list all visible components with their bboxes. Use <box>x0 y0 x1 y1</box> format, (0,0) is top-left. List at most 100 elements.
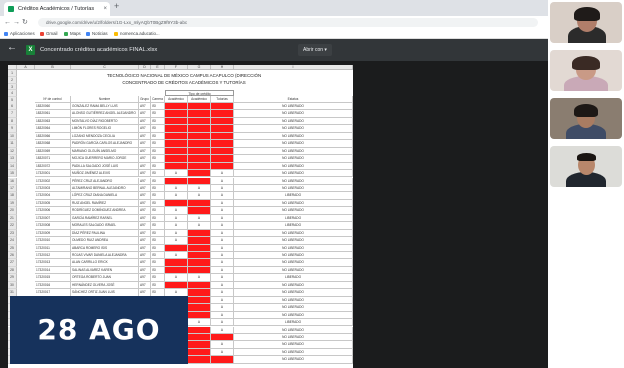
bookmark-nomenca[interactable]: nomenca.aducatio... <box>114 30 160 38</box>
url-field[interactable]: drive.google.com/drive/u/2/folders/1G-Lx… <box>38 18 538 27</box>
drive-viewer-toolbar: ← X Concentrado créditos académicos FINA… <box>0 39 548 61</box>
bookmark-news[interactable]: Noticias <box>86 30 108 38</box>
table-cell: ISI <box>151 222 165 230</box>
table-cell: ISI <box>151 103 165 111</box>
table-cell: LIBERADO <box>234 214 353 223</box>
credit-cell: A <box>211 289 234 297</box>
credit-cell: A <box>165 222 188 230</box>
participant-tile-4[interactable] <box>550 146 622 187</box>
table-cell: 18320066 <box>35 132 71 141</box>
row-number: 23 <box>8 229 17 238</box>
table-column-header: Académico <box>188 96 211 103</box>
table-cell: A97 <box>139 184 151 193</box>
new-tab-button[interactable]: + <box>114 1 119 11</box>
bookmark-apps[interactable]: Aplicaciones <box>4 30 35 38</box>
table-cell: ISI <box>151 184 165 193</box>
credit-cell <box>188 311 211 320</box>
table-cell: ISI <box>151 117 165 126</box>
credit-cell <box>165 125 188 133</box>
credit-cell <box>188 281 211 290</box>
credit-cell: A <box>211 199 234 208</box>
table-cell: 17320011 <box>35 244 71 252</box>
table-column-header: Nº de control <box>35 96 71 103</box>
table-cell: NO LIBERADO <box>234 207 353 215</box>
close-viewer-icon[interactable]: ← <box>7 42 17 53</box>
credit-cell <box>211 155 234 163</box>
credit-cell <box>211 117 234 126</box>
table-cell: A97 <box>139 244 151 252</box>
credit-cell: A <box>211 184 234 193</box>
credit-cell <box>188 266 211 275</box>
credit-cell: A <box>165 274 188 282</box>
table-cell: NO LIBERADO <box>234 289 353 297</box>
table-cell: NO LIBERADO <box>234 177 353 185</box>
row-number: 26 <box>8 252 17 260</box>
open-with-button[interactable]: Abrir con ▾ <box>298 44 332 56</box>
credit-cell <box>188 110 211 118</box>
forward-arrow-icon[interactable]: → <box>13 17 20 28</box>
drive-favicon-icon <box>8 6 14 12</box>
bookmark-gmail[interactable]: Gmail <box>40 30 57 38</box>
bookmark-maps[interactable]: Maps <box>64 30 81 38</box>
credit-cell <box>211 140 234 148</box>
row-number: 7 <box>8 110 17 118</box>
table-cell: 17320005 <box>35 199 71 208</box>
row-number: 27 <box>8 259 17 267</box>
table-cell: ALTAMIRANO BERNAL ALEJANDRO <box>71 184 139 193</box>
credit-cell <box>211 162 234 171</box>
table-cell: ORTEGA ROBERTO JUAN <box>71 274 139 282</box>
table-cell: ALONSO GUTIÉRREZ ANGEL ALEJANDRO <box>71 110 139 118</box>
table-cell: PADRÓN GARCÍA CARLOS ALEJANDRO <box>71 140 139 148</box>
table-cell: ISI <box>151 132 165 141</box>
row-number: 25 <box>8 244 17 252</box>
credit-cell: A <box>211 326 234 334</box>
credit-cell <box>188 304 211 312</box>
table-cell: MARIANO OLGUÍN ANSELMO <box>71 147 139 156</box>
table-cell: ISI <box>151 110 165 118</box>
date-banner: 28 AGO <box>10 296 188 364</box>
credit-cell: A <box>165 252 188 260</box>
table-cell: ROJAS VIVAR DANIELA ALEJANDRA <box>71 252 139 260</box>
row-number: 16 <box>8 177 17 185</box>
table-cell: ISI <box>151 229 165 238</box>
credit-cell <box>165 199 188 208</box>
credit-cell <box>165 140 188 148</box>
table-cell: 17320009 <box>35 229 71 238</box>
table-cell: A97 <box>139 199 151 208</box>
table-cell: 18320071 <box>35 155 71 163</box>
credit-cell: A <box>211 348 234 357</box>
participant-tile-2[interactable] <box>550 50 622 91</box>
credit-cell: A <box>188 214 211 223</box>
table-cell: ISI <box>151 207 165 215</box>
reload-icon[interactable]: ↻ <box>22 17 28 28</box>
credit-cell: A <box>211 214 234 223</box>
credit-cell <box>211 356 234 364</box>
credit-cell <box>188 341 211 349</box>
table-cell: LIBERADO <box>234 274 353 282</box>
close-tab-icon[interactable]: × <box>103 2 107 16</box>
table-cell: 17320002 <box>35 177 71 185</box>
table-cell: NO LIBERADO <box>234 296 353 305</box>
participant-tile-3[interactable] <box>550 98 622 139</box>
column-header: C <box>71 65 139 70</box>
table-cell: A97 <box>139 125 151 133</box>
credit-cell: A <box>211 311 234 320</box>
credit-cell: A <box>188 192 211 200</box>
table-cell: NO LIBERADO <box>234 117 353 126</box>
table-cell: LIBERADO <box>234 192 353 200</box>
table-cell: 18320060 <box>35 103 71 111</box>
column-header: H <box>211 65 234 70</box>
browser-tab[interactable]: Créditos Académicos / Tutorías × <box>4 2 110 16</box>
credit-cell <box>165 110 188 118</box>
credit-cell <box>188 117 211 126</box>
table-cell: 17320016 <box>35 281 71 290</box>
table-cell: NO LIBERADO <box>234 326 353 334</box>
credit-cell: A <box>211 252 234 260</box>
back-arrow-icon[interactable]: ← <box>4 17 11 28</box>
table-cell: A97 <box>139 237 151 245</box>
participant-tile-1[interactable] <box>550 2 622 43</box>
table-cell: 17320010 <box>35 237 71 245</box>
table-cell: ABARCA ROMERO ISIS <box>71 244 139 252</box>
address-bar-row: ← → ↻ drive.google.com/drive/u/2/folders… <box>0 16 548 29</box>
credit-cell <box>211 147 234 156</box>
